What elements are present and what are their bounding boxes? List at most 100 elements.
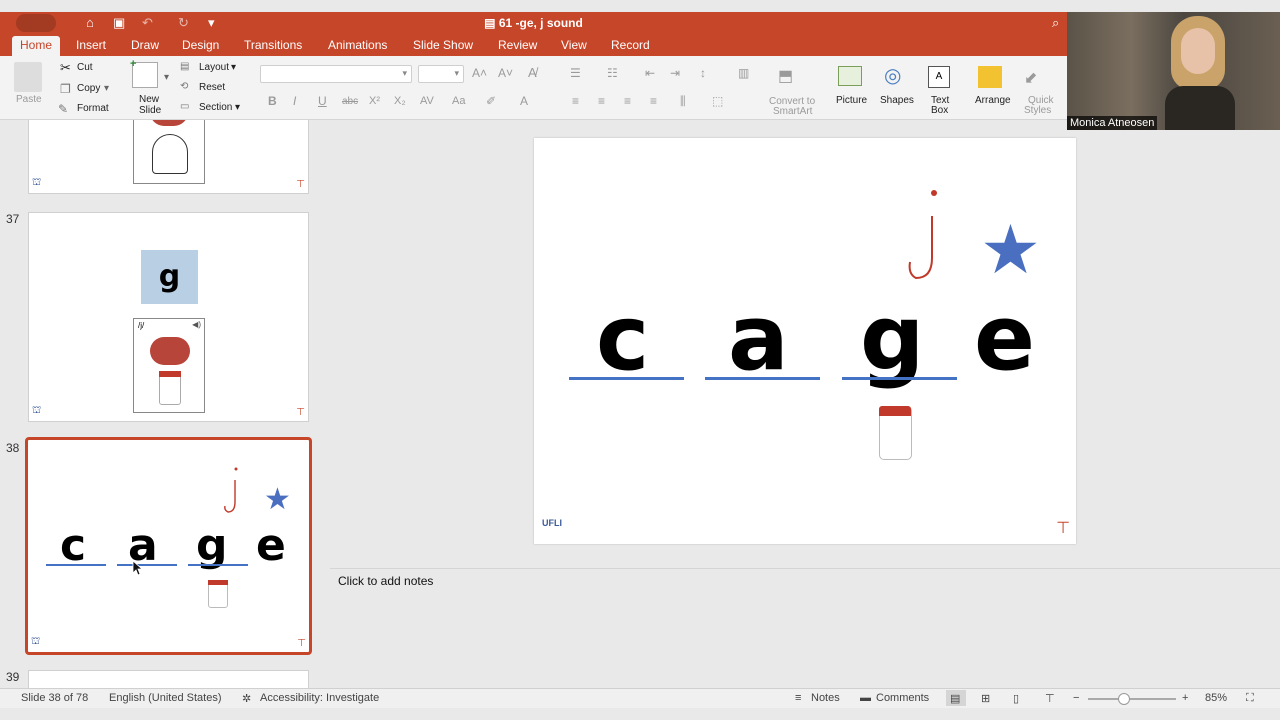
picture-button[interactable]: Picture (836, 95, 867, 106)
jar-icon[interactable] (879, 406, 912, 460)
convert-smartart-button-2[interactable]: SmartArt (773, 106, 812, 117)
decrease-font-icon[interactable]: A˅ (498, 66, 513, 80)
presentation-icon[interactable]: ⊤ (1056, 518, 1070, 538)
notes-placeholder[interactable]: Click to add notes (338, 574, 433, 588)
new-slide-label[interactable]: New (139, 94, 159, 105)
tab-transitions[interactable]: Transitions (244, 38, 302, 52)
tab-record[interactable]: Record (611, 38, 650, 52)
slide-letter-a[interactable]: a (728, 286, 789, 391)
zoom-in-icon[interactable]: + (1182, 692, 1188, 704)
reset-button[interactable]: Reset (199, 82, 225, 93)
fit-to-window-icon[interactable]: ⛶ (1246, 692, 1254, 705)
current-slide[interactable]: c a g e ★ UFLI ⊤ (534, 138, 1076, 544)
textbox-button-2[interactable]: Box (931, 105, 948, 116)
layout-button[interactable]: Layout (199, 62, 229, 73)
arrange-button[interactable]: Arrange (975, 95, 1011, 106)
quick-styles-button-2[interactable]: Styles (1024, 105, 1051, 116)
underline-icon[interactable]: U (318, 94, 327, 108)
mouth-icon (150, 120, 188, 126)
slide-thumbnail[interactable] (28, 670, 309, 688)
change-case-icon[interactable]: Aa (452, 95, 465, 107)
language-indicator[interactable]: English (United States) (109, 692, 222, 704)
decrease-indent-icon[interactable]: ⇤ (645, 66, 655, 80)
reading-view-icon[interactable]: ▯ (1013, 692, 1019, 705)
tab-draw[interactable]: Draw (131, 38, 159, 52)
line-spacing-icon[interactable]: ↕ (700, 66, 706, 80)
shapes-button[interactable]: Shapes (880, 95, 914, 106)
layout-icon: ▤ (180, 61, 190, 72)
superscript-icon[interactable]: X² (369, 95, 380, 107)
section-icon: ▭ (180, 101, 190, 112)
paste-button[interactable]: Paste (16, 94, 42, 105)
subscript-icon[interactable]: X₂ (394, 95, 406, 107)
bold-icon[interactable]: B (268, 94, 277, 108)
chevron-down-icon[interactable]: ▾ (104, 83, 109, 94)
star-icon[interactable]: ★ (980, 216, 1041, 284)
cut-button[interactable]: Cut (77, 62, 93, 73)
underline (46, 564, 106, 566)
zoom-slider-handle[interactable] (1118, 693, 1130, 705)
notes-pane[interactable]: Click to add notes (330, 568, 1280, 688)
new-slide-label-2[interactable]: Slide (139, 105, 161, 116)
zoom-out-icon[interactable]: − (1073, 692, 1079, 704)
slideshow-icon[interactable]: ⊤ (1045, 692, 1055, 705)
accessibility-button[interactable]: Accessibility: Investigate (260, 692, 379, 704)
tab-view[interactable]: View (561, 38, 587, 52)
comments-button[interactable]: Comments (876, 692, 929, 704)
increase-indent-icon[interactable]: ⇥ (670, 66, 680, 80)
text-direction-icon[interactable]: ⫼ (680, 94, 686, 109)
numbering-icon[interactable]: ☷ (607, 66, 618, 80)
smartart-icon[interactable]: ⬒ (778, 66, 793, 86)
shapes-icon[interactable]: ◎ (884, 63, 901, 88)
zoom-level[interactable]: 85% (1205, 692, 1227, 704)
align-text-icon[interactable]: ⬚ (712, 94, 723, 108)
align-center-icon[interactable]: ≡ (598, 94, 605, 108)
zoom-slider[interactable] (1088, 693, 1176, 705)
tab-review[interactable]: Review (498, 38, 537, 52)
chevron-down-icon[interactable]: ▾ (235, 102, 240, 113)
italic-icon[interactable]: I (293, 94, 296, 108)
character-spacing-icon[interactable]: AV (420, 95, 434, 107)
new-slide-icon[interactable]: + (130, 58, 158, 88)
tab-design[interactable]: Design (182, 38, 219, 52)
strikethrough-icon[interactable]: abc (342, 96, 358, 107)
j-hook-icon[interactable] (902, 186, 942, 286)
highlight-icon[interactable]: ✐ (486, 94, 496, 108)
slide-thumbnail-panel[interactable]: ⛫ ⊤ 37 g /j/ ◀) ⛫ ⊤ 38 c a g e ★ ⛫ ⊤ 39 (0, 120, 330, 688)
notes-button[interactable]: Notes (811, 692, 840, 704)
columns-icon[interactable]: ▥ (738, 66, 749, 80)
chevron-down-icon: ▾ (454, 68, 459, 78)
bullets-icon[interactable]: ☰ (570, 66, 581, 80)
copy-button[interactable]: Copy (77, 83, 100, 94)
textbox-icon[interactable]: A (928, 66, 950, 88)
format-painter-button[interactable]: Format (77, 103, 109, 114)
quick-styles-icon[interactable]: ⬋ (1024, 68, 1037, 88)
picture-icon[interactable] (838, 66, 862, 86)
font-size-select[interactable]: ▾ (418, 65, 464, 83)
section-button[interactable]: Section (199, 102, 232, 113)
justify-icon[interactable]: ≡ (650, 94, 657, 108)
chevron-down-icon[interactable]: ▾ (164, 72, 169, 83)
align-right-icon[interactable]: ≡ (624, 94, 631, 108)
slide-letter-g[interactable]: g (860, 286, 924, 391)
font-family-select[interactable]: ▾ (260, 65, 412, 83)
slide-thumbnail-selected[interactable]: c a g e ★ ⛫ ⊤ (25, 437, 312, 655)
slide-thumbnail[interactable]: g /j/ ◀) ⛫ ⊤ (28, 212, 309, 422)
slide-counter: Slide 38 of 78 (21, 692, 89, 704)
tab-insert[interactable]: Insert (76, 38, 106, 52)
chevron-down-icon[interactable]: ▾ (231, 62, 236, 73)
tab-slide-show[interactable]: Slide Show (413, 38, 473, 52)
clear-format-icon[interactable]: A̸ (528, 65, 537, 80)
paste-icon[interactable] (14, 62, 42, 92)
slide-letter-c[interactable]: c (596, 286, 649, 391)
tab-home[interactable]: Home (12, 36, 61, 56)
slide-letter-e[interactable]: e (974, 286, 1035, 391)
increase-font-icon[interactable]: A˄ (472, 66, 487, 80)
search-icon[interactable]: ⌕ (1052, 15, 1059, 31)
arrange-icon[interactable] (978, 66, 1002, 88)
align-left-icon[interactable]: ≡ (572, 94, 579, 108)
slide-sorter-icon[interactable]: ⊞ (981, 692, 990, 705)
font-color-icon[interactable]: A (520, 94, 528, 108)
slide-thumbnail[interactable]: ⛫ ⊤ (28, 120, 309, 194)
tab-animations[interactable]: Animations (328, 38, 387, 52)
